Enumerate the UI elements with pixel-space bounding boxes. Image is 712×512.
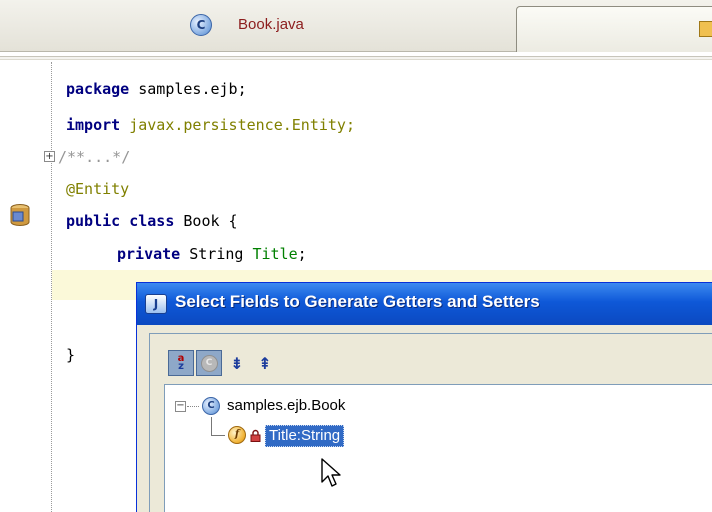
code-line-comment[interactable]: /**...*/ bbox=[58, 148, 130, 166]
code-line-package[interactable]: package samples.ejb; bbox=[66, 80, 247, 98]
tab-other[interactable] bbox=[516, 6, 712, 52]
editor-gutter bbox=[0, 60, 52, 512]
tree-connector-child bbox=[211, 435, 225, 436]
code-line-import[interactable]: import javax.persistence.Entity; bbox=[66, 116, 355, 134]
dialog-title: Select Fields to Generate Getters and Se… bbox=[175, 292, 540, 311]
filter-button[interactable]: C bbox=[196, 350, 222, 376]
code-line-field[interactable]: private String Title; bbox=[117, 245, 307, 263]
expand-all-button[interactable]: ⇟ bbox=[224, 350, 250, 376]
mouse-cursor-icon bbox=[321, 458, 341, 487]
filter-icon: C bbox=[200, 354, 218, 372]
lock-icon bbox=[250, 429, 261, 442]
collapse-all-button[interactable]: ⇞ bbox=[252, 350, 278, 376]
file-icon bbox=[699, 21, 712, 37]
tree-connector bbox=[187, 406, 199, 407]
class-icon: C bbox=[202, 397, 220, 415]
dialog-title-bar[interactable]: J Select Fields to Generate Getters and … bbox=[137, 283, 712, 325]
fold-icon[interactable]: + bbox=[44, 151, 55, 162]
class-icon: C bbox=[190, 14, 212, 36]
tab-label: Book.java bbox=[238, 16, 304, 33]
tree-node-class[interactable]: samples.ejb.Book bbox=[227, 397, 345, 414]
editor-tab-strip: C Book.java bbox=[0, 0, 712, 52]
dialog-body: a z C ⇟ ⇞ − C samples.ejb.Book f Title:S… bbox=[143, 325, 712, 512]
tree-node-field-selected[interactable]: Title:String bbox=[265, 425, 345, 447]
tab-book-java[interactable]: C Book.java bbox=[0, 0, 512, 52]
expand-all-icon: ⇟ bbox=[230, 353, 244, 373]
generate-getters-setters-dialog: J Select Fields to Generate Getters and … bbox=[136, 282, 712, 512]
dialog-content-panel: a z C ⇟ ⇞ − C samples.ejb.Book f Title:S… bbox=[149, 333, 712, 512]
code-line-class[interactable]: public class Book { bbox=[66, 212, 238, 230]
entity-bean-icon bbox=[10, 204, 30, 226]
collapse-all-icon: ⇞ bbox=[258, 353, 272, 373]
field-icon: f bbox=[228, 426, 246, 444]
sort-alpha-button[interactable]: a z bbox=[168, 350, 194, 376]
code-line-close-brace[interactable]: } bbox=[66, 346, 75, 364]
tree-connector-vertical bbox=[211, 417, 212, 435]
tab-separator bbox=[0, 56, 712, 60]
tree-collapse-icon[interactable]: − bbox=[175, 401, 186, 412]
app-icon: J bbox=[145, 294, 167, 314]
fields-tree[interactable]: − C samples.ejb.Book f Title:String bbox=[164, 384, 712, 512]
code-line-annotation[interactable]: @Entity bbox=[66, 180, 129, 198]
sort-alpha-icon-z: z bbox=[178, 361, 184, 372]
